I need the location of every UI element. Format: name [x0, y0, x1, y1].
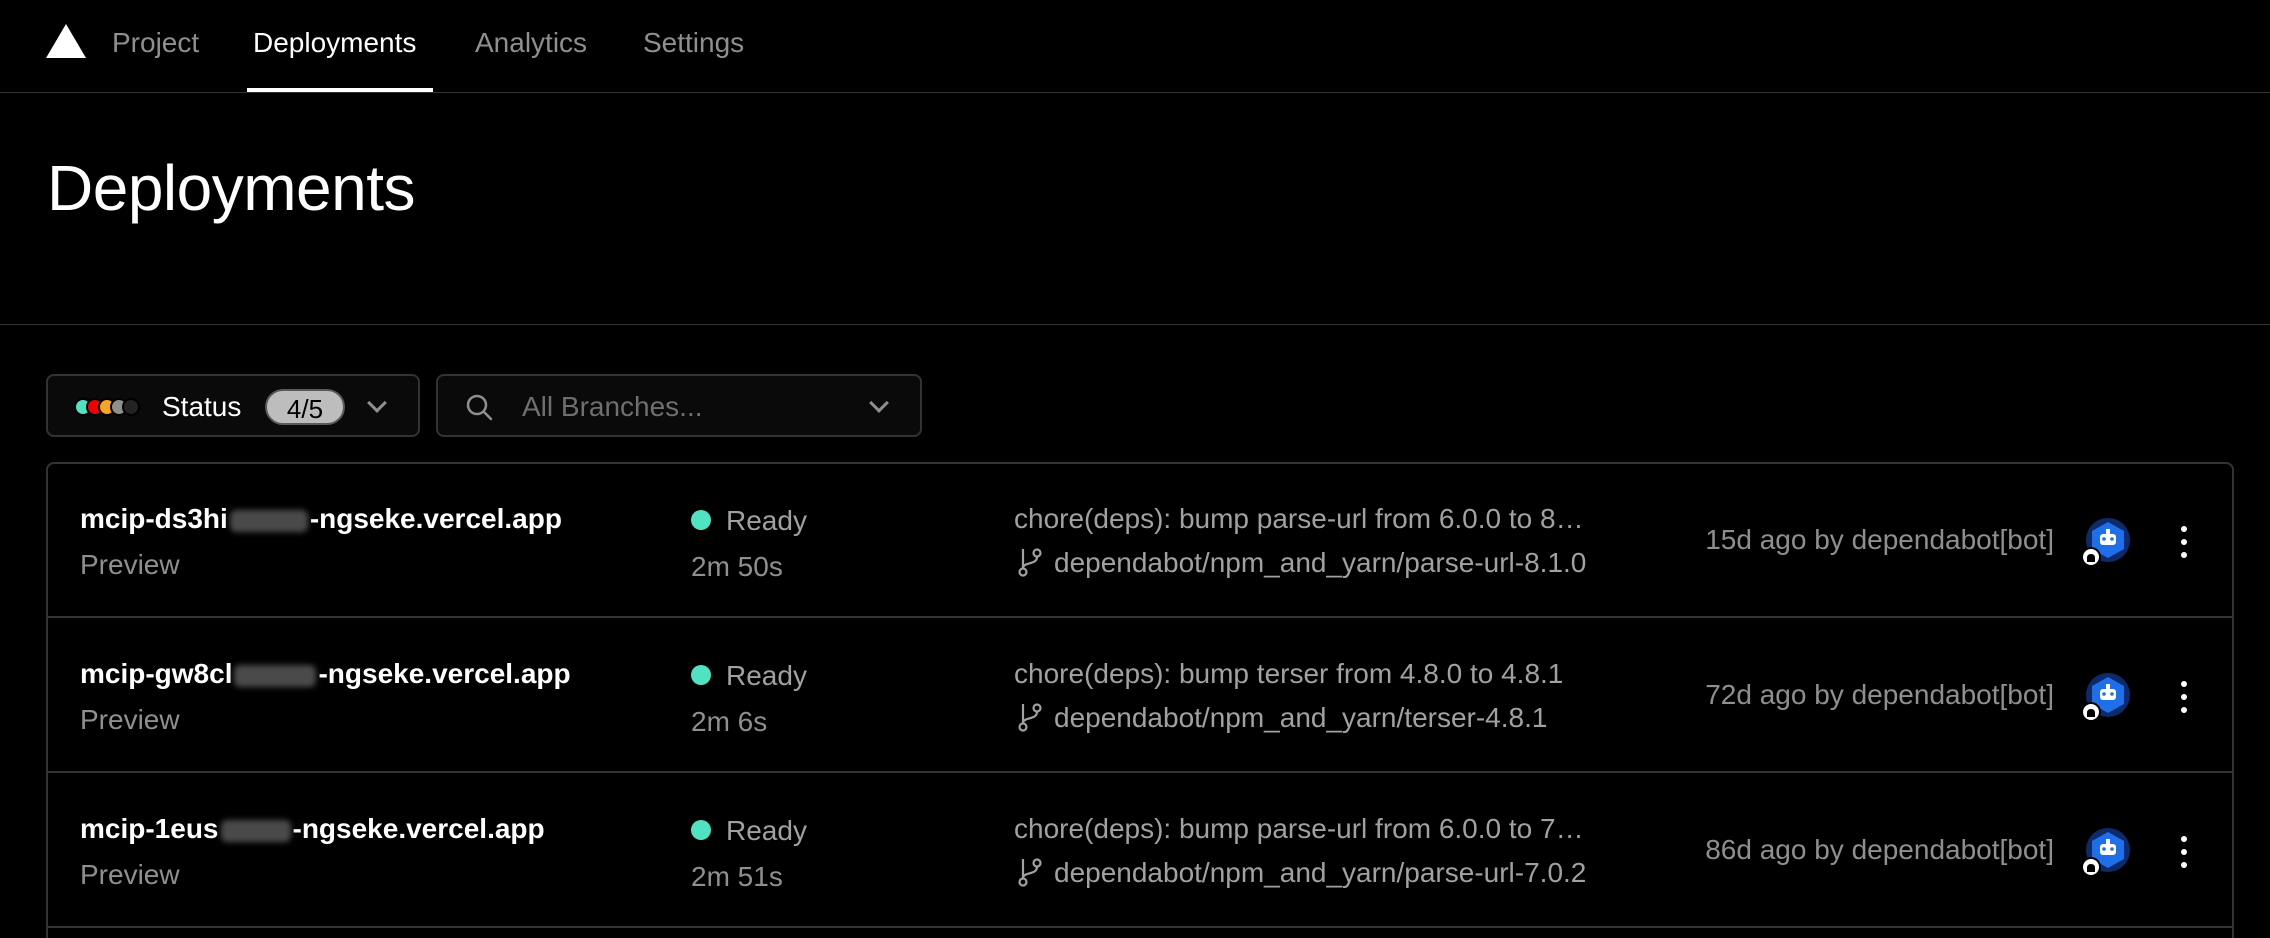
dependabot-avatar-icon[interactable] [2080, 673, 2130, 723]
page-header: Deployments [0, 94, 2270, 325]
deployment-environment: Preview [80, 859, 180, 890]
tab-deployments[interactable]: Deployments [253, 24, 416, 62]
branch-name[interactable]: dependabot/npm_and_yarn/parse-url-7.0.2 [1054, 856, 1588, 890]
more-options-icon[interactable] [2172, 832, 2196, 872]
status-dots-icon [74, 398, 144, 416]
more-options-icon[interactable] [2172, 522, 2196, 562]
top-navigation: Project Deployments Analytics Settings [0, 0, 2270, 93]
deployment-duration: 2m 50s [691, 551, 783, 582]
deployment-meta: 86d ago by dependabot[bot] [1705, 834, 2054, 865]
more-dot [2181, 694, 2187, 700]
tab-settings[interactable]: Settings [643, 24, 744, 62]
chevron-down-icon [869, 393, 889, 413]
deployment-url[interactable]: mcip-ds3hi -ngseke.vercel.app [80, 502, 562, 536]
deployment-url[interactable]: mcip-gw8cl -ngseke.vercel.app [80, 657, 571, 691]
deployment-duration: 2m 51s [691, 861, 783, 892]
deployment-duration: 2m 6s [691, 706, 768, 737]
more-dot [2181, 862, 2187, 868]
page-title: Deployments [47, 152, 416, 224]
status-filter-label: Status [162, 391, 242, 422]
branch-search-input[interactable] [522, 389, 842, 425]
status-ready-dot [691, 665, 711, 685]
dependabot-avatar-icon[interactable] [2080, 518, 2130, 568]
active-tab-indicator [247, 88, 433, 92]
search-icon [466, 394, 493, 421]
deployment-status: Ready [726, 815, 807, 846]
commit-message[interactable]: chore(deps): bump terser from 4.8.0 to 4… [1014, 657, 1588, 691]
deployment-row[interactable]: mcip-ds3hi -ngseke.vercel.app Preview Rea… [48, 464, 2232, 618]
redacted-text [234, 664, 317, 687]
deployment-environment: Preview [80, 549, 180, 580]
deployment-status: Ready [726, 505, 807, 536]
deployment-url-suffix: -ngseke.vercel.app [318, 658, 571, 689]
more-dot [2181, 552, 2187, 558]
more-dot [2181, 539, 2187, 545]
deployment-status: Ready [726, 660, 807, 691]
branch-name[interactable]: dependabot/npm_and_yarn/parse-url-8.1.0 [1054, 546, 1588, 580]
deployments-list: mcip-ds3hi -ngseke.vercel.app Preview Rea… [46, 462, 2234, 938]
deployment-url-suffix: -ngseke.vercel.app [292, 813, 545, 844]
deployment-url-prefix: mcip-1eus [80, 813, 219, 844]
git-branch-icon [1018, 703, 1042, 732]
more-dot [2181, 681, 2187, 687]
tab-analytics[interactable]: Analytics [475, 24, 587, 62]
redacted-text [220, 819, 291, 842]
status-count-badge: 4/5 [265, 389, 345, 425]
branch-name[interactable]: dependabot/npm_and_yarn/terser-4.8.1 [1054, 701, 1588, 735]
deployment-meta: 15d ago by dependabot[bot] [1705, 524, 2054, 555]
deployment-row[interactable]: mcip-gw8cl -ngseke.vercel.app Preview Rea… [48, 619, 2232, 773]
commit-message[interactable]: chore(deps): bump parse-url from 6.0.0 t… [1014, 502, 1588, 536]
deployment-url-suffix: -ngseke.vercel.app [309, 503, 562, 534]
status-filter-dropdown[interactable]: Status 4/5 [46, 374, 420, 437]
deployment-url-prefix: mcip-gw8cl [80, 658, 233, 689]
deployment-row[interactable]: mcip-1eus -ngseke.vercel.app Preview Read… [48, 774, 2232, 928]
status-ready-dot [691, 820, 711, 840]
more-options-icon[interactable] [2172, 677, 2196, 717]
deployment-url-prefix: mcip-ds3hi [80, 503, 228, 534]
dependabot-avatar-icon[interactable] [2080, 828, 2130, 878]
more-dot [2181, 836, 2187, 842]
status-dot [122, 398, 140, 416]
branch-filter-dropdown[interactable] [436, 374, 922, 437]
redacted-text [229, 509, 308, 532]
more-dot [2181, 849, 2187, 855]
tab-project[interactable]: Project [112, 24, 199, 62]
more-dot [2181, 526, 2187, 532]
commit-message[interactable]: chore(deps): bump parse-url from 6.0.0 t… [1014, 812, 1588, 846]
status-ready-dot [691, 510, 711, 530]
deployment-url[interactable]: mcip-1eus -ngseke.vercel.app [80, 812, 545, 846]
deployment-meta: 72d ago by dependabot[bot] [1705, 679, 2054, 710]
git-branch-icon [1018, 858, 1042, 887]
more-dot [2181, 707, 2187, 713]
deployment-environment: Preview [80, 704, 180, 735]
chevron-down-icon [367, 393, 387, 413]
vercel-logo-icon[interactable] [46, 24, 86, 58]
git-branch-icon [1018, 548, 1042, 577]
